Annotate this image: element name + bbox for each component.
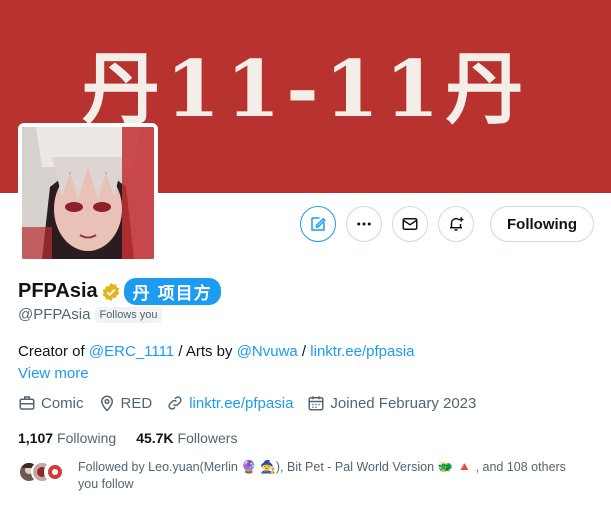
location-item: RED <box>98 394 153 412</box>
edit-note-icon <box>311 217 326 231</box>
joined-label: Joined February 2023 <box>330 394 477 412</box>
envelope-icon <box>402 218 418 230</box>
website-link[interactable]: linktr.ee/pfpasia <box>189 395 293 412</box>
calendar-icon <box>308 396 324 411</box>
location-pin-icon <box>100 395 113 412</box>
category-item: Comic <box>18 394 84 412</box>
followed-by-line1: Followed by Leo.yuan(Merlin 🔮 🧙), Bit Pe… <box>78 460 566 474</box>
follower-avatars <box>18 461 70 483</box>
follow-stats: 1,107 Following 45.7K Followers <box>18 430 257 446</box>
bio-middle: / Arts by <box>174 343 237 360</box>
display-name: PFPAsia <box>18 280 98 302</box>
name-tag: 丹 项目方 <box>123 278 221 305</box>
edit-button[interactable] <box>300 206 336 242</box>
bio-separator: / <box>297 343 311 360</box>
followers-label: Followers <box>177 430 238 446</box>
briefcase-icon <box>19 396 35 410</box>
profile-actions: Following <box>300 206 594 242</box>
gold-verified-badge-icon[interactable] <box>101 282 121 302</box>
followers-stat[interactable]: 45.7K Followers <box>136 430 237 446</box>
bio-link[interactable]: linktr.ee/pfpasia <box>310 343 414 360</box>
category-label: Comic <box>41 394 84 412</box>
website-item[interactable]: linktr.ee/pfpasia <box>166 394 293 412</box>
followed-by[interactable]: Followed by Leo.yuan(Merlin 🔮 🧙), Bit Pe… <box>18 459 598 493</box>
profile-meta: Comic RED linktr.ee/pfpasia Joined Febru… <box>18 394 490 412</box>
bio-prefix: Creator of <box>18 343 89 360</box>
follows-you-badge: Follows you <box>95 306 162 323</box>
follower-avatar <box>44 461 66 483</box>
followers-count: 45.7K <box>136 430 174 446</box>
mention-nvuwa[interactable]: @Nvuwa <box>237 343 298 360</box>
followed-by-text: Followed by Leo.yuan(Merlin 🔮 🧙), Bit Pe… <box>78 459 598 493</box>
followed-by-line2: you follow <box>78 477 134 491</box>
following-button[interactable]: Following <box>490 206 594 242</box>
more-button[interactable] <box>346 206 382 242</box>
location-label: RED <box>120 394 153 412</box>
following-stat[interactable]: 1,107 Following <box>18 430 116 446</box>
joined-item: Joined February 2023 <box>307 394 476 412</box>
bell-plus-icon <box>450 217 464 231</box>
following-label: Following <box>57 430 117 446</box>
profile-avatar[interactable] <box>18 123 158 263</box>
link-icon <box>168 396 182 410</box>
handle-row: @PFPAsia Follows you <box>18 306 162 323</box>
name-row: PFPAsia 丹 项目方 <box>18 278 221 305</box>
handle: @PFPAsia <box>18 306 91 323</box>
anime-girl-avatar-icon <box>22 127 154 259</box>
mention-erc-1111[interactable]: @ERC_1111 <box>89 343 174 360</box>
message-button[interactable] <box>392 206 428 242</box>
notifications-button[interactable] <box>438 206 474 242</box>
view-more-link[interactable]: View more <box>18 365 89 382</box>
bio: Creator of @ERC_1111 / Arts by @Nvuwa / … <box>18 343 415 360</box>
following-count: 1,107 <box>18 430 54 446</box>
more-horizontal-icon <box>357 222 371 226</box>
